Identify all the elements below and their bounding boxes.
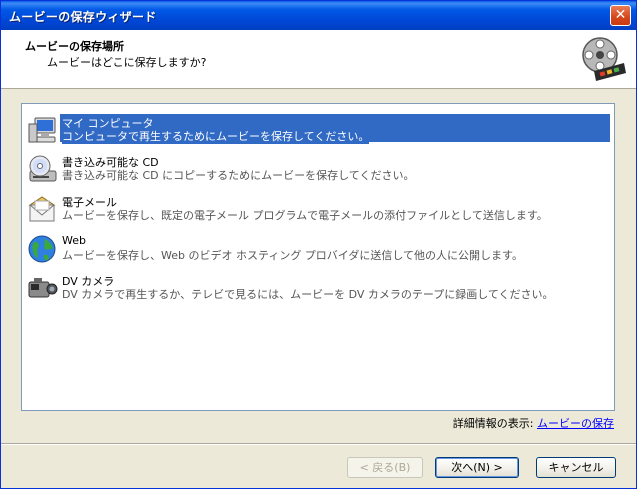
list-item-cd[interactable]: 書き込み可能な CD 書き込み可能な CD にコピーするためにムービーを保存して… [24, 151, 612, 187]
wizard-window: ムービーの保存ウィザード ✕ ムービーの保存場所 ムービーはどこに保存しますか? [0, 0, 637, 489]
save-location-list[interactable]: マイ コンピュータ コンピュータで再生するためにムービーを保存してください。 書… [21, 103, 615, 411]
next-button[interactable]: 次へ(N) > [435, 457, 519, 478]
close-button[interactable]: ✕ [610, 5, 631, 26]
option-description: コンピュータで再生するためにムービーを保存してください。 [62, 128, 370, 144]
option-description: ムービーを保存し、既定の電子メール プログラムで電子メールの添付ファイルとして送… [62, 209, 548, 222]
more-info-link[interactable]: ムービーの保存 [537, 417, 614, 430]
more-info-label: 詳細情報の表示: [452, 417, 534, 430]
option-description: DV カメラで再生するか、テレビで見るには、ムービーを DV カメラのテープに録… [62, 288, 554, 301]
wizard-header: ムービーの保存場所 ムービーはどこに保存しますか? [1, 30, 636, 89]
email-envelope-icon [28, 196, 56, 222]
list-item-my-computer[interactable]: マイ コンピュータ コンピュータで再生するためにムービーを保存してください。 [24, 112, 612, 148]
cd-drive-icon [29, 155, 57, 182]
option-name: Web [62, 234, 86, 247]
my-computer-icon [28, 117, 56, 143]
page-title: ムービーの保存場所 [25, 40, 124, 53]
list-item-web[interactable]: Web ムービーを保存し、Web のビデオ ホスティング プロバイダに送信して他… [24, 231, 612, 267]
globe-icon [28, 235, 56, 263]
title-bar[interactable]: ムービーの保存ウィザード ✕ [1, 1, 636, 30]
option-description: 書き込み可能な CD にコピーするためにムービーを保存してください。 [62, 169, 415, 182]
page-subtitle: ムービーはどこに保存しますか? [47, 56, 207, 69]
list-item-email[interactable]: 電子メール ムービーを保存し、既定の電子メール プログラムで電子メールの添付ファ… [24, 191, 612, 227]
cancel-button[interactable]: キャンセル [536, 457, 616, 478]
more-info-row: 詳細情報の表示: ムービーの保存 [453, 415, 614, 431]
film-reel-icon [582, 37, 626, 81]
back-button[interactable]: < 戻る(B) [347, 457, 423, 478]
window-title: ムービーの保存ウィザード [9, 10, 157, 24]
option-description: ムービーを保存し、Web のビデオ ホスティング プロバイダに送信して他の人に公… [62, 249, 523, 262]
footer-divider [1, 443, 636, 445]
dv-camera-icon [28, 278, 58, 298]
list-item-dv-camera[interactable]: DV カメラ DV カメラで再生するか、テレビで見るには、ムービーを DV カメ… [24, 270, 612, 306]
